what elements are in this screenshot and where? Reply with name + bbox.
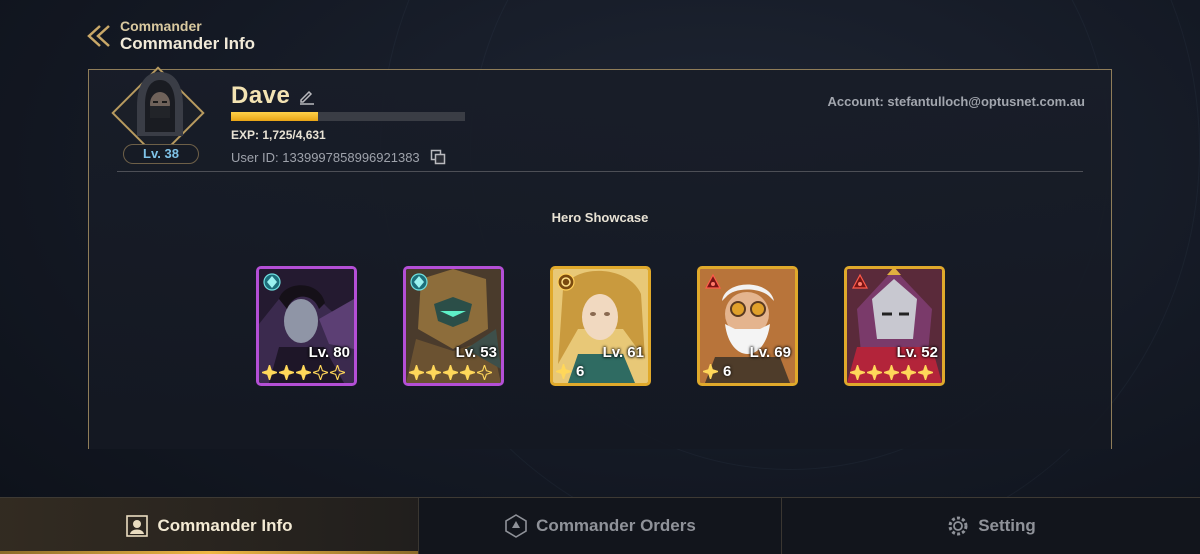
tab-label: Setting bbox=[978, 516, 1036, 535]
star-filled-icon bbox=[409, 365, 424, 380]
star-count: 6 bbox=[576, 363, 585, 380]
page-title: Commander Info bbox=[120, 34, 256, 53]
star-filled-icon bbox=[262, 365, 277, 380]
crystal-faction-icon bbox=[410, 273, 428, 291]
hero-level: Lv. 52 bbox=[896, 344, 938, 361]
flame-faction-icon bbox=[704, 273, 722, 289]
orders-icon bbox=[505, 514, 527, 538]
back-button[interactable] bbox=[84, 18, 114, 54]
gear-icon bbox=[948, 516, 968, 536]
player-name: Dave bbox=[231, 82, 291, 109]
commander-info-panel: Lv. 38 Dave EXP: 1,725/4,631 User ID: 13… bbox=[88, 66, 1112, 449]
hero-level: Lv. 61 bbox=[602, 344, 644, 361]
hero-card[interactable]: Lv. 69 6 bbox=[697, 266, 798, 386]
exp-progress-bar bbox=[231, 112, 465, 121]
copy-icon[interactable] bbox=[430, 149, 446, 165]
hero-card[interactable]: Lv. 52 bbox=[844, 266, 945, 386]
exp-text: EXP: 1,725/4,631 bbox=[231, 128, 326, 142]
hero-stars: 6 bbox=[556, 363, 584, 380]
hooded-commander-portrait bbox=[137, 72, 183, 136]
hero-level: Lv. 80 bbox=[308, 344, 350, 361]
hero-card[interactable]: Lv. 53 bbox=[403, 266, 504, 386]
star-filled-icon bbox=[918, 365, 933, 380]
star-count: 6 bbox=[723, 363, 732, 380]
star-filled-icon bbox=[850, 365, 865, 380]
star-empty-icon bbox=[477, 365, 492, 380]
tab-setting[interactable]: Setting bbox=[781, 498, 1200, 554]
exp-progress-fill bbox=[231, 112, 319, 121]
commander-level: Lv. 38 bbox=[123, 144, 199, 164]
tab-commander-info[interactable]: Commander Info bbox=[0, 498, 418, 554]
star-filled-icon bbox=[867, 365, 882, 380]
star-filled-icon bbox=[443, 365, 458, 380]
star-filled-icon bbox=[901, 365, 916, 380]
sun-faction-icon bbox=[557, 273, 575, 291]
tab-label: Commander Info bbox=[157, 516, 293, 535]
edit-name-icon[interactable] bbox=[298, 87, 316, 105]
hero-stars: 6 bbox=[703, 363, 731, 380]
tab-commander-orders[interactable]: Commander Orders bbox=[418, 498, 781, 554]
star-empty-icon bbox=[330, 365, 345, 380]
header-section-label: Commander bbox=[120, 18, 202, 34]
hero-card[interactable]: Lv. 80 bbox=[256, 266, 357, 386]
hero-stars bbox=[262, 365, 345, 380]
flame-faction-icon bbox=[851, 273, 869, 289]
star-filled-icon bbox=[279, 365, 294, 380]
hero-level: Lv. 69 bbox=[749, 344, 791, 361]
star-filled-icon bbox=[703, 364, 718, 379]
back-chevron-icon bbox=[87, 25, 110, 47]
star-empty-icon bbox=[313, 365, 328, 380]
star-filled-icon bbox=[296, 365, 311, 380]
star-filled-icon bbox=[460, 365, 475, 380]
hero-stars bbox=[850, 365, 933, 380]
hero-showcase-list: Lv. 80 Lv. 53 Lv. 61 6 Lv. 69 6 Lv. 52 bbox=[256, 266, 945, 386]
hero-level: Lv. 53 bbox=[455, 344, 497, 361]
account-email: Account: stefantulloch@optusnet.com.au bbox=[827, 94, 1085, 109]
crystal-faction-icon bbox=[263, 273, 281, 291]
star-filled-icon bbox=[426, 365, 441, 380]
star-filled-icon bbox=[556, 364, 571, 379]
user-id: User ID: 1339997858996921383 bbox=[231, 149, 420, 165]
hero-card[interactable]: Lv. 61 6 bbox=[550, 266, 651, 386]
divider bbox=[117, 171, 1083, 172]
page-header: Commander Commander Info bbox=[84, 18, 255, 54]
bottom-tab-bar: Commander Info Commander Orders Setting bbox=[0, 497, 1200, 554]
tab-label: Commander Orders bbox=[536, 516, 696, 535]
commander-info-icon bbox=[126, 515, 149, 537]
avatar[interactable]: Lv. 38 bbox=[111, 66, 207, 168]
hero-showcase-title: Hero Showcase bbox=[551, 210, 649, 225]
hero-stars bbox=[409, 365, 492, 380]
star-filled-icon bbox=[884, 365, 899, 380]
